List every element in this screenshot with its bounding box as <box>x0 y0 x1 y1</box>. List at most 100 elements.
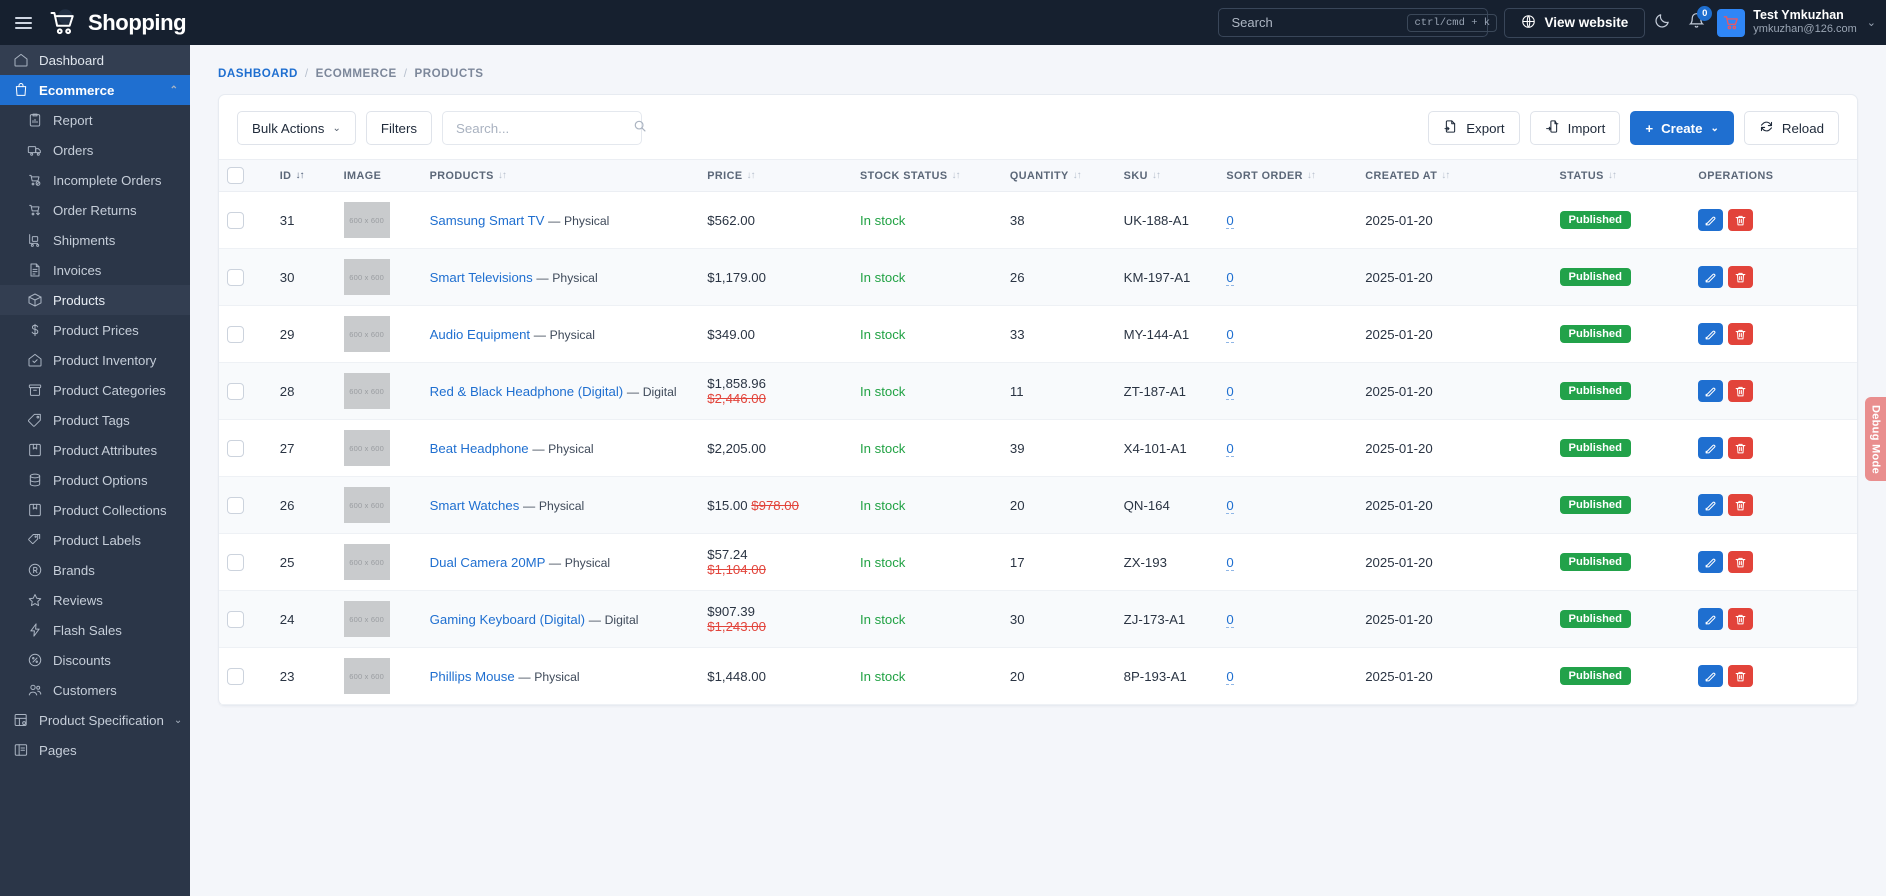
delete-button[interactable] <box>1728 380 1754 402</box>
sidebar-item-report[interactable]: Report <box>0 105 190 135</box>
row-checkbox[interactable] <box>227 211 244 229</box>
sort-toggle-icon[interactable]: ↓↑ <box>1441 170 1450 181</box>
import-button[interactable]: Import <box>1529 111 1621 145</box>
sidebar-item-dashboard[interactable]: Dashboard <box>0 45 190 75</box>
sidebar-item-shipments[interactable]: Shipments <box>0 225 190 255</box>
column-header-stock_status[interactable]: STOCK STATUS ↓↑ <box>851 159 1002 192</box>
sidebar-item-ecommerce[interactable]: Ecommerce ⌃ <box>0 75 190 105</box>
column-header-status[interactable]: STATUS ↓↑ <box>1551 159 1691 192</box>
edit-button[interactable] <box>1698 209 1724 231</box>
sort-order-link[interactable]: 0 <box>1226 440 1234 457</box>
delete-button[interactable] <box>1728 551 1754 573</box>
edit-button[interactable] <box>1698 494 1724 516</box>
sort-order-link[interactable]: 0 <box>1226 554 1234 571</box>
product-thumbnail[interactable]: 600 x 600 <box>343 544 390 580</box>
row-checkbox[interactable] <box>227 610 244 628</box>
row-checkbox[interactable] <box>227 268 244 286</box>
sort-order-link[interactable]: 0 <box>1226 269 1234 286</box>
column-header-id[interactable]: ID ↓↑ <box>271 159 336 192</box>
column-header-quantity[interactable]: QUANTITY ↓↑ <box>1001 159 1116 192</box>
user-menu[interactable]: Test Ymkuzhan ymkuzhan@126.com ⌄ <box>1713 8 1886 37</box>
product-thumbnail[interactable]: 600 x 600 <box>343 202 390 238</box>
sidebar-item-orders[interactable]: Orders <box>0 135 190 165</box>
sidebar-item-product-collections[interactable]: Product Collections <box>0 495 190 525</box>
sidebar-item-product-attributes[interactable]: Product Attributes <box>0 435 190 465</box>
sort-toggle-icon[interactable]: ↓↑ <box>1073 170 1082 181</box>
table-search[interactable] <box>442 111 646 145</box>
delete-button[interactable] <box>1728 266 1754 288</box>
row-checkbox[interactable] <box>227 325 244 343</box>
notifications-button[interactable]: 0 <box>1679 5 1713 40</box>
view-website-button[interactable]: View website <box>1504 7 1646 38</box>
create-button[interactable]: + Create ⌄ <box>1630 111 1734 145</box>
sidebar-item-brands[interactable]: Brands <box>0 555 190 585</box>
table-search-input[interactable] <box>456 120 634 136</box>
sidebar-item-product-options[interactable]: Product Options <box>0 465 190 495</box>
product-name-link[interactable]: Phillips Mouse <box>430 669 515 684</box>
product-thumbnail[interactable]: 600 x 600 <box>343 601 390 637</box>
column-header-price[interactable]: PRICE ↓↑ <box>699 159 852 192</box>
product-thumbnail[interactable]: 600 x 600 <box>343 316 390 352</box>
delete-button[interactable] <box>1728 608 1754 630</box>
delete-button[interactable] <box>1728 665 1754 687</box>
sidebar-item-products[interactable]: Products <box>0 285 190 315</box>
sort-toggle-icon[interactable]: ↓↑ <box>498 170 507 181</box>
product-name-link[interactable]: Beat Headphone <box>430 441 529 456</box>
sort-toggle-icon[interactable]: ↓↑ <box>747 170 756 181</box>
product-name-link[interactable]: Smart Watches <box>430 498 520 513</box>
sidebar-item-reviews[interactable]: Reviews <box>0 585 190 615</box>
delete-button[interactable] <box>1728 209 1754 231</box>
row-checkbox[interactable] <box>227 496 244 514</box>
delete-button[interactable] <box>1728 437 1754 459</box>
reload-button[interactable]: Reload <box>1743 111 1839 145</box>
sidebar-item-product-prices[interactable]: Product Prices <box>0 315 190 345</box>
sort-order-link[interactable]: 0 <box>1226 212 1234 229</box>
edit-button[interactable] <box>1698 380 1724 402</box>
product-name-link[interactable]: Smart Televisions <box>430 270 533 285</box>
product-thumbnail[interactable]: 600 x 600 <box>343 430 390 466</box>
debug-mode-tab[interactable]: Debug Mode <box>1865 397 1886 481</box>
sidebar-item-product-inventory[interactable]: Product Inventory <box>0 345 190 375</box>
global-search[interactable]: ctrl/cmd + k <box>1218 8 1498 37</box>
row-checkbox[interactable] <box>227 382 244 400</box>
breadcrumb-item-ecommerce[interactable]: ECOMMERCE <box>316 67 397 80</box>
column-header-created_at[interactable]: CREATED AT ↓↑ <box>1357 159 1552 192</box>
edit-button[interactable] <box>1698 608 1724 630</box>
edit-button[interactable] <box>1698 323 1724 345</box>
product-thumbnail[interactable]: 600 x 600 <box>343 259 390 295</box>
breadcrumb-item-dashboard[interactable]: DASHBOARD <box>218 67 298 80</box>
sidebar-item-flash-sales[interactable]: Flash Sales <box>0 615 190 645</box>
bulk-actions-button[interactable]: Bulk Actions ⌄ <box>237 111 356 145</box>
row-checkbox[interactable] <box>227 553 244 571</box>
sort-order-link[interactable]: 0 <box>1226 611 1234 628</box>
sort-toggle-icon[interactable]: ↓↑ <box>295 170 304 181</box>
menu-toggle-icon[interactable] <box>0 16 46 29</box>
edit-button[interactable] <box>1698 437 1724 459</box>
brand-logo-area[interactable]: Shopping <box>48 7 187 39</box>
sidebar-item-product-tags[interactable]: Product Tags <box>0 405 190 435</box>
global-search-input[interactable] <box>1231 15 1408 30</box>
delete-button[interactable] <box>1728 494 1754 516</box>
sort-order-link[interactable]: 0 <box>1226 326 1234 343</box>
sort-order-link[interactable]: 0 <box>1226 383 1234 400</box>
product-name-link[interactable]: Red & Black Headphone (Digital) <box>430 384 624 399</box>
sidebar-item-invoices[interactable]: Invoices <box>0 255 190 285</box>
product-name-link[interactable]: Dual Camera 20MP <box>430 555 546 570</box>
edit-button[interactable] <box>1698 551 1724 573</box>
sidebar[interactable]: Dashboard Ecommerce ⌃ Report Orders Incomplet… <box>0 45 190 896</box>
sidebar-item-customers[interactable]: Customers <box>0 675 190 705</box>
dark-mode-toggle[interactable] <box>1645 6 1679 40</box>
export-button[interactable]: Export <box>1428 111 1520 145</box>
sort-toggle-icon[interactable]: ↓↑ <box>1307 170 1316 181</box>
sidebar-item-product-categories[interactable]: Product Categories <box>0 375 190 405</box>
column-header-sku[interactable]: SKU ↓↑ <box>1115 159 1219 192</box>
sort-toggle-icon[interactable]: ↓↑ <box>1152 170 1161 181</box>
select-all-checkbox[interactable] <box>227 167 244 184</box>
sidebar-item-order-returns[interactable]: Order Returns <box>0 195 190 225</box>
product-name-link[interactable]: Gaming Keyboard (Digital) <box>430 612 585 627</box>
edit-button[interactable] <box>1698 266 1724 288</box>
sort-toggle-icon[interactable]: ↓↑ <box>1608 170 1617 181</box>
product-name-link[interactable]: Audio Equipment <box>430 327 530 342</box>
filters-button[interactable]: Filters <box>365 111 433 145</box>
sidebar-item-product-labels[interactable]: Product Labels <box>0 525 190 555</box>
